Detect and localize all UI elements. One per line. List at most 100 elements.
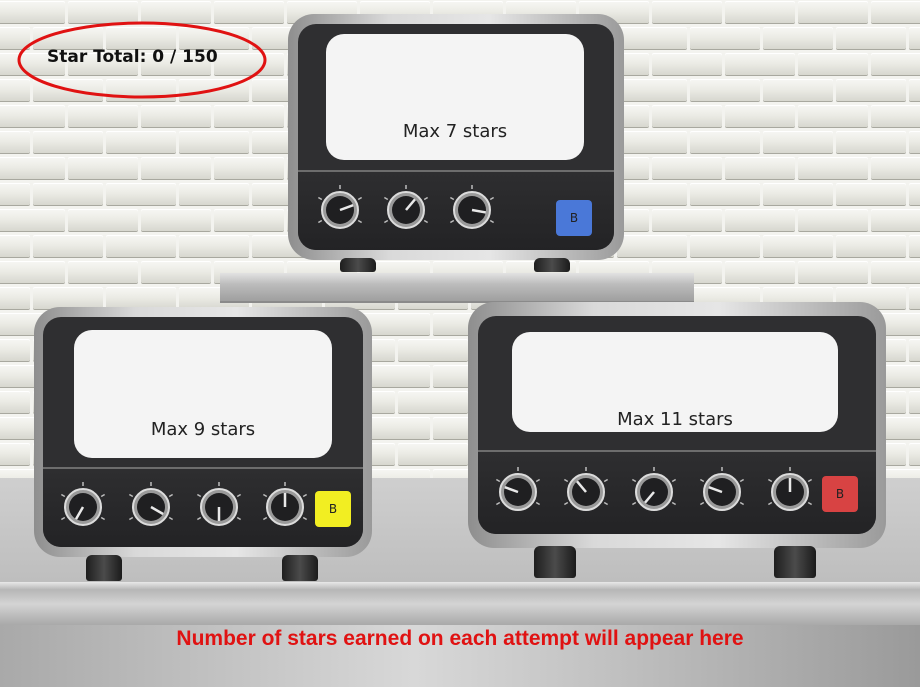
brick xyxy=(909,79,920,101)
dial-knob-icon[interactable] xyxy=(696,466,748,522)
machine-9-stars[interactable]: Max 9 stars B xyxy=(34,307,372,583)
machine-foot xyxy=(534,258,570,272)
brick xyxy=(798,209,868,231)
machine-11-stars[interactable]: Max 11 stars B xyxy=(468,302,886,580)
brick xyxy=(690,79,760,101)
brick xyxy=(725,157,795,179)
brick xyxy=(652,105,722,127)
dial-knob-icon[interactable] xyxy=(314,184,366,240)
machine-foot xyxy=(86,555,122,581)
brick xyxy=(0,131,30,153)
brick xyxy=(68,209,138,231)
brick xyxy=(0,209,65,231)
brick xyxy=(0,235,30,257)
machine-max-stars-label: Max 9 stars xyxy=(150,419,256,440)
dial-knob-icon[interactable] xyxy=(193,481,245,537)
machine-foot xyxy=(282,555,318,581)
brick xyxy=(836,235,906,257)
brick xyxy=(909,27,920,49)
brick xyxy=(725,1,795,23)
brick xyxy=(617,131,687,153)
brick xyxy=(179,183,249,205)
brick xyxy=(68,157,138,179)
brick xyxy=(909,443,920,465)
machine-max-stars-label: Max 11 stars xyxy=(617,409,733,430)
b-button[interactable]: B xyxy=(315,491,351,527)
brick xyxy=(763,79,833,101)
brick xyxy=(214,105,284,127)
brick xyxy=(836,27,906,49)
dial-knob-icon[interactable] xyxy=(125,481,177,537)
brick xyxy=(871,261,920,283)
brick xyxy=(141,105,211,127)
brick xyxy=(179,131,249,153)
brick xyxy=(763,235,833,257)
brick xyxy=(0,157,65,179)
brick xyxy=(0,391,30,413)
brick xyxy=(836,183,906,205)
brick xyxy=(141,157,211,179)
brick xyxy=(398,443,468,465)
brick xyxy=(909,287,920,309)
dial-knob-icon[interactable] xyxy=(492,466,544,522)
brick xyxy=(909,183,920,205)
machine-max-stars-label: Max 7 stars xyxy=(402,121,508,142)
brick xyxy=(179,235,249,257)
brick xyxy=(0,339,30,361)
brick xyxy=(690,235,760,257)
brick xyxy=(725,209,795,231)
brick xyxy=(106,287,176,309)
brick xyxy=(33,131,103,153)
brick xyxy=(617,79,687,101)
brick xyxy=(0,443,30,465)
brick xyxy=(68,261,138,283)
brick xyxy=(798,1,868,23)
shelf xyxy=(220,273,694,303)
brick xyxy=(763,27,833,49)
brick xyxy=(398,391,468,413)
dial-knob-icon[interactable] xyxy=(380,184,432,240)
brick xyxy=(871,209,920,231)
brick xyxy=(871,157,920,179)
dial-knob-icon[interactable] xyxy=(57,481,109,537)
brick xyxy=(617,27,687,49)
star-total-label: Star Total: 0 / 150 xyxy=(47,47,218,67)
machine-foot xyxy=(340,258,376,272)
brick xyxy=(652,157,722,179)
brick xyxy=(909,391,920,413)
machine-screen: Max 9 stars xyxy=(74,330,332,458)
dial-knob-icon[interactable] xyxy=(259,481,311,537)
dial-knob-icon[interactable] xyxy=(560,466,612,522)
dial-knob-icon[interactable] xyxy=(764,466,816,522)
b-button[interactable]: B xyxy=(822,476,858,512)
brick xyxy=(763,131,833,153)
brick xyxy=(725,105,795,127)
brick xyxy=(690,183,760,205)
brick xyxy=(798,105,868,127)
brick xyxy=(763,183,833,205)
attempt-stars-message: Number of stars earned on each attempt w… xyxy=(176,627,744,650)
counter-edge xyxy=(0,582,920,590)
brick xyxy=(33,235,103,257)
machine-7-stars[interactable]: Max 7 stars B xyxy=(288,14,624,272)
machine-screen: Max 11 stars xyxy=(512,332,838,432)
dial-knob-icon[interactable] xyxy=(628,466,680,522)
counter-front xyxy=(0,590,920,625)
brick xyxy=(909,339,920,361)
machine-screen: Max 7 stars xyxy=(326,34,584,160)
dial-knob-icon[interactable] xyxy=(446,184,498,240)
star-total-badge: Star Total: 0 / 150 xyxy=(17,20,267,100)
brick xyxy=(617,235,687,257)
brick xyxy=(214,157,284,179)
brick xyxy=(798,53,868,75)
brick xyxy=(690,131,760,153)
machine-foot xyxy=(774,546,816,578)
brick xyxy=(617,183,687,205)
brick xyxy=(0,261,65,283)
brick xyxy=(106,235,176,257)
brick xyxy=(214,209,284,231)
b-button[interactable]: B xyxy=(556,200,592,236)
brick xyxy=(836,79,906,101)
brick xyxy=(106,131,176,153)
brick xyxy=(0,183,30,205)
